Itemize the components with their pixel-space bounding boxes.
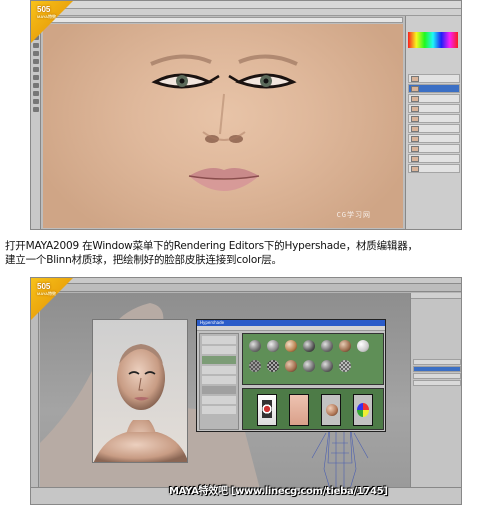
layer-thumbnail xyxy=(411,116,419,122)
dodge-tool-icon[interactable] xyxy=(33,83,39,88)
photoshop-toolbox[interactable] xyxy=(31,16,41,229)
layer-thumbnail xyxy=(411,86,419,92)
material-ball[interactable] xyxy=(267,340,279,352)
material-ball[interactable] xyxy=(285,360,297,372)
blinn-material-node[interactable] xyxy=(321,394,341,426)
layer-row[interactable] xyxy=(408,154,460,163)
create-node-panel[interactable] xyxy=(199,333,239,430)
text-tool-icon[interactable] xyxy=(33,99,39,104)
layer-thumbnail xyxy=(411,166,419,172)
caption-line-2: 建立一个Blinn材质球，把绘制好的脸部皮肤连接到color层。 xyxy=(5,254,282,266)
hypershade-menubar[interactable] xyxy=(197,326,385,331)
logo-text: 505 xyxy=(37,5,51,14)
forum-watermark: MAYA特效吧 [www.linecg.com/tieba/1745] xyxy=(169,486,388,497)
material-ball[interactable] xyxy=(321,340,333,352)
material-ball[interactable] xyxy=(303,360,315,372)
material-ball[interactable] xyxy=(249,340,261,352)
outliner-item[interactable] xyxy=(413,359,461,365)
material-ball[interactable] xyxy=(249,360,261,372)
hypershade-window[interactable]: Hypershade xyxy=(196,319,386,432)
material-ball[interactable] xyxy=(321,360,333,372)
layer-thumbnail xyxy=(411,126,419,132)
face-file-node[interactable] xyxy=(289,394,309,426)
material-ball[interactable] xyxy=(285,340,297,352)
zoom-tool-icon[interactable] xyxy=(33,107,39,112)
logo-text: 505 xyxy=(37,282,51,291)
color-picker[interactable] xyxy=(408,32,458,48)
photoshop-options-bar[interactable] xyxy=(31,9,461,16)
brush-tool-icon[interactable] xyxy=(33,51,39,56)
material-ball[interactable] xyxy=(339,360,351,372)
maya-shelf[interactable] xyxy=(31,284,461,297)
texture-node-preview xyxy=(262,400,272,418)
layer-row[interactable] xyxy=(408,124,460,133)
layer-row[interactable] xyxy=(408,74,460,83)
layer-row[interactable] xyxy=(408,114,460,123)
document-tab[interactable] xyxy=(43,17,403,23)
layer-thumbnail xyxy=(411,146,419,152)
eraser-tool-icon[interactable] xyxy=(33,67,39,72)
outliner-panel[interactable] xyxy=(410,293,461,489)
work-area[interactable] xyxy=(242,388,384,430)
canvas-watermark: CG学习网 xyxy=(336,211,371,219)
layers-panel[interactable] xyxy=(405,16,461,229)
material-ball[interactable] xyxy=(357,340,369,352)
material-ball[interactable] xyxy=(339,340,351,352)
layer-thumbnail xyxy=(411,76,419,82)
maya-viewport[interactable]: Hypershade xyxy=(40,293,410,489)
maya-screenshot: Hypershade MAYA特效吧 [www.linecg.com/tieba… xyxy=(30,277,462,505)
layer-row[interactable] xyxy=(408,134,460,143)
layer-thumbnail xyxy=(411,136,419,142)
face-texture-image[interactable] xyxy=(92,319,188,463)
clone-tool-icon[interactable] xyxy=(33,59,39,64)
maya-toolbox[interactable] xyxy=(31,293,39,504)
outliner-item[interactable] xyxy=(413,380,461,386)
pen-tool-icon[interactable] xyxy=(33,91,39,96)
material-ball[interactable] xyxy=(267,360,279,372)
layer-thumbnail xyxy=(411,156,419,162)
texture-node[interactable] xyxy=(257,394,277,426)
shading-group-icon xyxy=(357,403,369,417)
caption-line-1: 打开MAYA2009 在Window菜单下的Rendering Editors下… xyxy=(5,240,418,252)
layer-thumbnail xyxy=(411,106,419,112)
material-ball[interactable] xyxy=(303,340,315,352)
outliner-item-selected[interactable] xyxy=(413,366,461,372)
photoshop-screenshot: CG学习网 505 MAYA特效 xyxy=(30,0,462,230)
face-texture-canvas[interactable]: CG学习网 xyxy=(43,24,403,228)
blinn-preview-ball xyxy=(326,404,338,416)
layer-row[interactable] xyxy=(408,144,460,153)
photoshop-menubar[interactable] xyxy=(31,1,461,9)
material-swatch-area[interactable] xyxy=(242,333,384,385)
crop-tool-icon[interactable] xyxy=(33,43,39,48)
layer-row[interactable] xyxy=(408,164,460,173)
outliner-item[interactable] xyxy=(413,373,461,379)
layer-row[interactable] xyxy=(408,94,460,103)
layer-thumbnail xyxy=(411,96,419,102)
female-head-render xyxy=(93,344,187,462)
shading-group-node[interactable] xyxy=(353,394,373,426)
face-texture-painting xyxy=(150,54,298,191)
layer-row[interactable] xyxy=(408,104,460,113)
tutorial-caption: 打开MAYA2009 在Window菜单下的Rendering Editors下… xyxy=(5,239,497,267)
layer-row-selected[interactable] xyxy=(408,84,460,93)
gradient-tool-icon[interactable] xyxy=(33,75,39,80)
